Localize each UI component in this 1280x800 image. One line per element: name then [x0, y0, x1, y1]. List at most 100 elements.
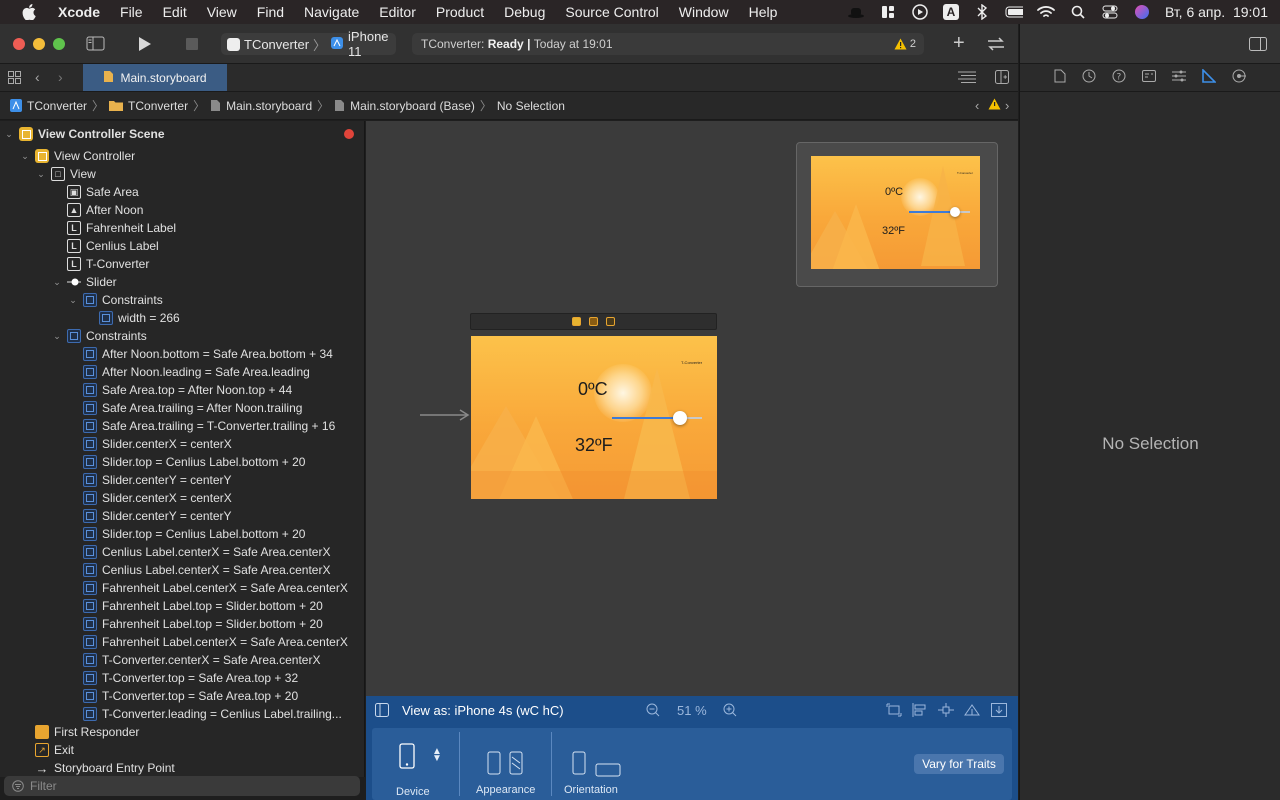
menu-product[interactable]: Product — [436, 4, 484, 20]
outline-constraint-row[interactable]: Cenlius Label.centerX = Safe Area.center… — [83, 543, 330, 561]
apple-icon[interactable] — [20, 3, 38, 21]
dark-appearance-icon[interactable] — [509, 751, 523, 778]
outline-constraint-row[interactable]: Slider.centerY = centerY — [83, 507, 232, 525]
crumb-group[interactable]: TConverter — [109, 99, 188, 113]
bluetooth-icon[interactable] — [973, 4, 991, 20]
outline-constraint-row[interactable]: Safe Area.trailing = T-Converter.trailin… — [83, 417, 335, 435]
issue-warning-icon[interactable] — [988, 98, 1001, 113]
slider-knob[interactable] — [673, 411, 687, 425]
storyboard-canvas[interactable]: T-Converter 0ºC 32ºF T-Converter 0ºC 32º… — [366, 121, 1018, 696]
wifi-icon[interactable] — [1037, 4, 1055, 20]
embed-in-icon[interactable] — [991, 703, 1007, 720]
outline-scene-row[interactable]: ⌄ View Controller Scene — [4, 125, 360, 143]
menu-source-control[interactable]: Source Control — [565, 4, 658, 20]
outline-constraint-row[interactable]: T-Converter.top = Safe Area.top + 20 — [83, 687, 298, 705]
warning-indicator[interactable]: 2 — [894, 38, 916, 50]
menu-window[interactable]: Window — [679, 4, 729, 20]
siri-icon[interactable] — [1133, 4, 1151, 20]
update-frames-icon[interactable] — [886, 703, 902, 720]
menu-file[interactable]: File — [120, 4, 143, 20]
close-window-button[interactable] — [13, 38, 25, 50]
entry-point-arrow[interactable] — [420, 409, 470, 421]
add-library-icon[interactable]: + — [953, 33, 965, 53]
connections-inspector-icon[interactable] — [1232, 69, 1246, 86]
outline-constraint-row[interactable]: Safe Area.top = After Noon.top + 44 — [83, 381, 292, 399]
add-constraints-icon[interactable] — [938, 703, 954, 720]
chevron-down-icon[interactable]: ⌄ — [4, 129, 14, 140]
outline-constraint-row[interactable]: Fahrenheit Label.top = Slider.bottom + 2… — [83, 615, 323, 633]
navigator-toggle-icon[interactable] — [86, 36, 105, 54]
chevron-down-icon[interactable]: ⌄ — [20, 151, 30, 162]
scene-view[interactable]: T-Converter 0ºC 32ºF — [471, 336, 717, 499]
iphone-device-icon[interactable] — [399, 743, 415, 772]
crumb-selection[interactable]: No Selection — [497, 99, 565, 113]
outline-row[interactable]: ⌄ Constraints — [68, 291, 163, 309]
scene-dock[interactable] — [470, 313, 717, 330]
menu-help[interactable]: Help — [749, 4, 778, 20]
layout-grid-icon[interactable] — [879, 4, 897, 20]
outline-row[interactable]: ▲ After Noon — [67, 201, 143, 219]
view-as-label[interactable]: View as: iPhone 4s (wC hC) — [402, 703, 564, 718]
outline-constraint-row[interactable]: Slider.centerX = centerX — [83, 435, 232, 453]
stop-button[interactable] — [186, 38, 198, 53]
resolve-issues-icon[interactable] — [964, 703, 980, 720]
zoom-window-button[interactable] — [53, 38, 65, 50]
code-review-icon[interactable] — [986, 36, 1006, 55]
menu-find[interactable]: Find — [257, 4, 284, 20]
align-icon[interactable] — [912, 703, 928, 720]
related-items-icon[interactable] — [8, 71, 21, 87]
crumb-storyboard[interactable]: Main.storyboard — [210, 99, 312, 113]
run-button[interactable] — [138, 36, 152, 55]
outline-row[interactable]: ⌄ □ View — [36, 165, 96, 183]
menu-editor[interactable]: Editor — [379, 4, 416, 20]
exit-dock-icon[interactable] — [606, 317, 615, 326]
battery-icon[interactable] — [1005, 4, 1023, 20]
minimize-window-button[interactable] — [33, 38, 45, 50]
menu-view[interactable]: View — [207, 4, 237, 20]
outline-row[interactable]: L T-Converter — [67, 255, 149, 273]
light-appearance-icon[interactable] — [487, 751, 501, 778]
hat-icon[interactable] — [847, 4, 865, 20]
scheme-selector[interactable]: TConverter 〉 iPhone 11 — [221, 29, 396, 59]
outline-row[interactable]: First Responder — [35, 723, 139, 741]
crumb-project[interactable]: TConverter — [10, 99, 87, 113]
back-arrow-icon[interactable]: ‹ — [35, 69, 40, 85]
menu-app-name[interactable]: Xcode — [58, 4, 100, 20]
outline-constraint-row[interactable]: After Noon.leading = Safe Area.leading — [83, 363, 310, 381]
identity-inspector-icon[interactable] — [1142, 70, 1156, 85]
next-issue-icon[interactable]: › — [1005, 98, 1009, 113]
outline-constraint-row[interactable]: Cenlius Label.centerX = Safe Area.center… — [83, 561, 330, 579]
menu-navigate[interactable]: Navigate — [304, 4, 359, 20]
outline-constraint-row[interactable]: After Noon.bottom = Safe Area.bottom + 3… — [83, 345, 333, 363]
previous-issue-icon[interactable]: ‹ — [975, 98, 979, 113]
history-inspector-icon[interactable] — [1082, 69, 1096, 86]
outline-filter-field[interactable]: Filter — [4, 776, 360, 796]
editor-options-icon[interactable] — [958, 71, 976, 87]
landscape-orientation-icon[interactable] — [595, 763, 621, 780]
chevron-down-icon[interactable]: ⌄ — [52, 277, 62, 288]
spotlight-search-icon[interactable] — [1069, 4, 1087, 20]
outline-constraint-row[interactable]: T-Converter.leading = Cenlius Label.trai… — [83, 705, 342, 723]
inspector-toggle-icon[interactable] — [1249, 37, 1267, 54]
chevron-down-icon[interactable]: ⌄ — [52, 331, 62, 342]
view-controller-dock-icon[interactable] — [572, 317, 581, 326]
outline-constraint-row[interactable]: Slider.top = Cenlius Label.bottom + 20 — [83, 453, 305, 471]
outline-toggle-icon[interactable] — [375, 703, 389, 720]
chevron-down-icon[interactable]: ⌄ — [68, 295, 78, 306]
outline-row[interactable]: L Fahrenheit Label — [67, 219, 176, 237]
outline-constraint-row[interactable]: Slider.centerY = centerY — [83, 471, 232, 489]
vary-for-traits-button[interactable]: Vary for Traits — [914, 754, 1004, 774]
portrait-orientation-icon[interactable] — [572, 751, 586, 778]
chevron-down-icon[interactable]: ⌄ — [36, 169, 46, 180]
control-center-icon[interactable] — [1101, 4, 1119, 20]
outline-constraint-row[interactable]: Slider.centerX = centerX — [83, 489, 232, 507]
outline-row[interactable]: → Storyboard Entry Point — [35, 759, 175, 777]
outline-constraint-row[interactable]: Safe Area.trailing = After Noon.trailing — [83, 399, 302, 417]
keyboard-layout-icon[interactable]: A — [942, 4, 959, 20]
preview-thumbnail[interactable]: T-Converter 0ºC 32ºF — [796, 142, 998, 287]
file-inspector-icon[interactable] — [1054, 69, 1066, 86]
outline-row[interactable]: ⌄ Constraints — [52, 327, 147, 345]
outline-constraint-row[interactable]: Fahrenheit Label.top = Slider.bottom + 2… — [83, 597, 323, 615]
size-inspector-icon[interactable] — [1202, 68, 1217, 86]
outline-constraint-row[interactable]: T-Converter.centerX = Safe Area.centerX — [83, 651, 320, 669]
